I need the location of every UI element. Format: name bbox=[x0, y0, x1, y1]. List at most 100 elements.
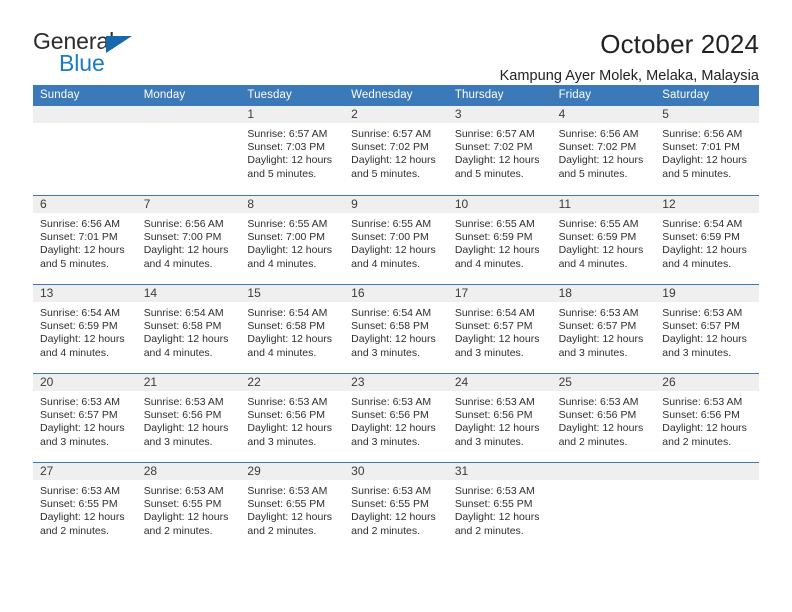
brand-logo-secondary-text: Blue bbox=[59, 50, 105, 76]
calendar-day-cell[interactable]: 12 Sunrise: 6:54 AM Sunset: 6:59 PM Dayligh… bbox=[655, 196, 759, 284]
calendar-day-cell[interactable]: 3 Sunrise: 6:57 AM Sunset: 7:02 PM Daylight… bbox=[447, 106, 552, 195]
calendar-day-cell[interactable]: 28 Sunrise: 6:53 AM Sunset: 6:55 PM Dayligh… bbox=[136, 463, 241, 551]
day-number: 1 bbox=[240, 106, 345, 123]
daylight-text-line2: and 2 minutes. bbox=[40, 524, 109, 537]
sunrise-text: Sunrise: 6:56 AM bbox=[662, 128, 743, 140]
calendar-weeks: 1 Sunrise: 6:57 AM Sunset: 7:03 PM Daylight… bbox=[33, 106, 759, 551]
sunrise-text: Sunrise: 6:55 AM bbox=[558, 218, 639, 230]
calendar-day-cell[interactable]: 16 Sunrise: 6:54 AM Sunset: 6:58 PM Dayligh… bbox=[344, 285, 448, 373]
day-number bbox=[655, 463, 759, 480]
day-number: 16 bbox=[344, 285, 448, 302]
sunset-text: Sunset: 7:00 PM bbox=[143, 231, 222, 244]
calendar-day-cell[interactable]: 29 Sunrise: 6:53 AM Sunset: 6:55 PM Dayligh… bbox=[240, 463, 345, 551]
daylight-text-line1: Daylight: 12 hours bbox=[143, 511, 229, 524]
calendar-day-cell[interactable]: 8 Sunrise: 6:55 AM Sunset: 7:00 PM Daylight… bbox=[240, 196, 345, 284]
calendar-day-cell[interactable]: 23 Sunrise: 6:53 AM Sunset: 6:56 PM Dayligh… bbox=[344, 374, 448, 462]
brand-logo[interactable]: General Blue bbox=[33, 30, 145, 76]
calendar-day-cell[interactable]: 22 Sunrise: 6:53 AM Sunset: 6:56 PM Dayligh… bbox=[240, 374, 345, 462]
sunset-text: Sunset: 6:59 PM bbox=[662, 231, 740, 244]
calendar-day-cell[interactable]: 10 Sunrise: 6:55 AM Sunset: 6:59 PM Dayligh… bbox=[447, 196, 552, 284]
day-number bbox=[33, 106, 137, 123]
sunset-text: Sunset: 6:58 PM bbox=[351, 320, 429, 333]
day-number: 17 bbox=[447, 285, 552, 302]
sunset-text: Sunset: 7:01 PM bbox=[40, 231, 118, 244]
sunset-text: Sunset: 6:56 PM bbox=[143, 409, 222, 422]
daylight-text-line2: and 4 minutes. bbox=[143, 257, 213, 270]
daylight-text-line2: and 5 minutes. bbox=[247, 167, 317, 180]
sunset-text: Sunset: 6:55 PM bbox=[351, 498, 429, 511]
daylight-text-line1: Daylight: 12 hours bbox=[351, 154, 436, 167]
daylight-text-line2: and 3 minutes. bbox=[351, 435, 421, 448]
calendar-day-cell[interactable]: 1 Sunrise: 6:57 AM Sunset: 7:03 PM Daylight… bbox=[240, 106, 345, 195]
calendar-day-cell[interactable]: 17 Sunrise: 6:54 AM Sunset: 6:57 PM Dayligh… bbox=[447, 285, 552, 373]
daylight-text-line2: and 2 minutes. bbox=[247, 524, 317, 537]
day-number: 14 bbox=[136, 285, 241, 302]
daylight-text-line2: and 3 minutes. bbox=[662, 346, 732, 359]
calendar-day-cell[interactable]: 18 Sunrise: 6:53 AM Sunset: 6:57 PM Dayligh… bbox=[551, 285, 656, 373]
day-details: Sunrise: 6:53 AM Sunset: 6:55 PM Daylight:… bbox=[448, 480, 552, 538]
daylight-text-line2: and 4 minutes. bbox=[662, 257, 732, 270]
calendar-day-cell[interactable]: 19 Sunrise: 6:53 AM Sunset: 6:57 PM Dayligh… bbox=[655, 285, 759, 373]
day-details bbox=[33, 123, 137, 128]
calendar-day-cell[interactable]: 6 Sunrise: 6:56 AM Sunset: 7:01 PM Daylight… bbox=[33, 196, 137, 284]
day-number: 15 bbox=[240, 285, 345, 302]
daylight-text-line2: and 2 minutes. bbox=[143, 524, 213, 537]
calendar-day-cell[interactable]: 7 Sunrise: 6:56 AM Sunset: 7:00 PM Daylight… bbox=[136, 196, 241, 284]
calendar-day-cell[interactable]: 15 Sunrise: 6:54 AM Sunset: 6:58 PM Dayligh… bbox=[240, 285, 345, 373]
day-details: Sunrise: 6:53 AM Sunset: 6:55 PM Daylight:… bbox=[33, 480, 137, 538]
day-number: 4 bbox=[551, 106, 656, 123]
calendar-day-cell-empty bbox=[551, 463, 656, 551]
day-details: Sunrise: 6:53 AM Sunset: 6:56 PM Daylight:… bbox=[448, 391, 552, 449]
daylight-text-line1: Daylight: 12 hours bbox=[454, 511, 540, 524]
calendar-day-cell[interactable]: 25 Sunrise: 6:53 AM Sunset: 6:56 PM Dayligh… bbox=[551, 374, 656, 462]
calendar-day-cell[interactable]: 30 Sunrise: 6:53 AM Sunset: 6:55 PM Dayligh… bbox=[344, 463, 448, 551]
sunrise-text: Sunrise: 6:53 AM bbox=[143, 396, 224, 408]
weekday-header-saturday: Saturday bbox=[662, 89, 710, 101]
daylight-text-line1: Daylight: 12 hours bbox=[662, 154, 747, 167]
day-details: Sunrise: 6:55 AM Sunset: 7:00 PM Daylight:… bbox=[344, 213, 448, 271]
day-number bbox=[551, 463, 656, 480]
day-details bbox=[552, 480, 656, 485]
triangle-icon bbox=[106, 36, 132, 53]
sunset-text: Sunset: 6:55 PM bbox=[143, 498, 222, 511]
calendar-week-row: 13 Sunrise: 6:54 AM Sunset: 6:59 PM Dayligh… bbox=[33, 284, 759, 373]
sunset-text: Sunset: 7:02 PM bbox=[351, 141, 429, 154]
calendar-day-cell[interactable]: 31 Sunrise: 6:53 AM Sunset: 6:55 PM Dayligh… bbox=[447, 463, 552, 551]
calendar-day-cell[interactable]: 11 Sunrise: 6:55 AM Sunset: 6:59 PM Dayligh… bbox=[551, 196, 656, 284]
daylight-text-line1: Daylight: 12 hours bbox=[662, 422, 747, 435]
calendar-day-cell[interactable]: 4 Sunrise: 6:56 AM Sunset: 7:02 PM Daylight… bbox=[551, 106, 656, 195]
calendar-day-cell[interactable]: 14 Sunrise: 6:54 AM Sunset: 6:58 PM Dayligh… bbox=[136, 285, 241, 373]
sunrise-text: Sunrise: 6:56 AM bbox=[143, 218, 224, 230]
calendar-day-cell[interactable]: 2 Sunrise: 6:57 AM Sunset: 7:02 PM Daylight… bbox=[344, 106, 448, 195]
sunset-text: Sunset: 7:01 PM bbox=[662, 141, 740, 154]
daylight-text-line2: and 5 minutes. bbox=[40, 257, 109, 270]
day-details: Sunrise: 6:54 AM Sunset: 6:58 PM Daylight:… bbox=[240, 302, 344, 360]
day-number: 31 bbox=[447, 463, 552, 480]
day-number: 19 bbox=[655, 285, 759, 302]
daylight-text-line2: and 3 minutes. bbox=[454, 346, 524, 359]
day-details: Sunrise: 6:57 AM Sunset: 7:02 PM Daylight:… bbox=[344, 123, 448, 181]
sunset-text: Sunset: 6:55 PM bbox=[454, 498, 533, 511]
calendar-day-cell[interactable]: 20 Sunrise: 6:53 AM Sunset: 6:57 PM Dayligh… bbox=[33, 374, 137, 462]
calendar-day-cell[interactable]: 5 Sunrise: 6:56 AM Sunset: 7:01 PM Daylight… bbox=[655, 106, 759, 195]
calendar-day-cell[interactable]: 21 Sunrise: 6:53 AM Sunset: 6:56 PM Dayligh… bbox=[136, 374, 241, 462]
calendar-day-cell[interactable]: 24 Sunrise: 6:53 AM Sunset: 6:56 PM Dayligh… bbox=[447, 374, 552, 462]
daylight-text-line2: and 5 minutes. bbox=[351, 167, 421, 180]
day-number: 8 bbox=[240, 196, 345, 213]
day-number: 21 bbox=[136, 374, 241, 391]
sunset-text: Sunset: 7:02 PM bbox=[454, 141, 533, 154]
daylight-text-line1: Daylight: 12 hours bbox=[662, 333, 747, 346]
daylight-text-line1: Daylight: 12 hours bbox=[143, 333, 229, 346]
sunset-text: Sunset: 6:57 PM bbox=[662, 320, 740, 333]
calendar-day-cell[interactable]: 27 Sunrise: 6:53 AM Sunset: 6:55 PM Dayligh… bbox=[33, 463, 137, 551]
calendar-week-row: 1 Sunrise: 6:57 AM Sunset: 7:03 PM Daylight… bbox=[33, 106, 759, 195]
daylight-text-line1: Daylight: 12 hours bbox=[247, 422, 333, 435]
sunset-text: Sunset: 6:57 PM bbox=[454, 320, 533, 333]
daylight-text-line1: Daylight: 12 hours bbox=[247, 333, 333, 346]
calendar-day-cell[interactable]: 13 Sunrise: 6:54 AM Sunset: 6:59 PM Dayligh… bbox=[33, 285, 137, 373]
day-details: Sunrise: 6:53 AM Sunset: 6:55 PM Daylight:… bbox=[137, 480, 241, 538]
daylight-text-line1: Daylight: 12 hours bbox=[143, 422, 229, 435]
calendar-day-cell[interactable]: 9 Sunrise: 6:55 AM Sunset: 7:00 PM Daylight… bbox=[344, 196, 448, 284]
sunset-text: Sunset: 6:55 PM bbox=[247, 498, 326, 511]
calendar-day-cell[interactable]: 26 Sunrise: 6:53 AM Sunset: 6:56 PM Dayligh… bbox=[655, 374, 759, 462]
